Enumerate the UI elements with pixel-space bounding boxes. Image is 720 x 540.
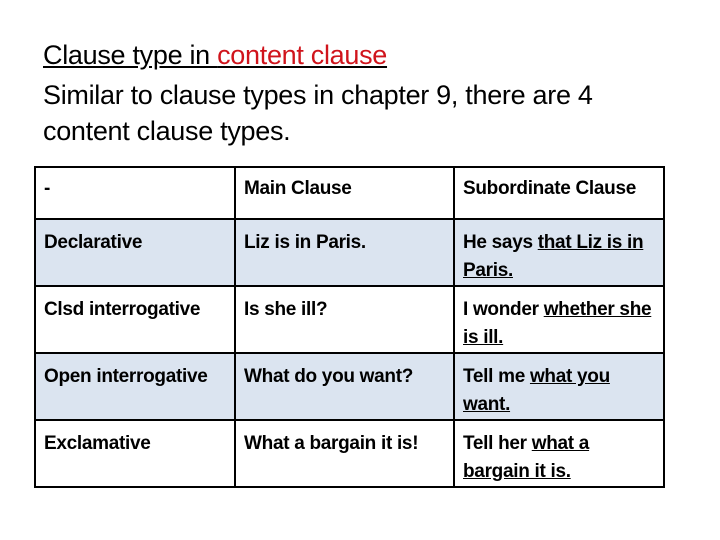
cell-main: Liz is in Paris.: [234, 218, 455, 287]
table-row: Exclamative What a bargain it is! Tell h…: [34, 419, 665, 488]
slide-title: Clause type in content clause: [43, 38, 387, 72]
cell-main: Is she ill?: [234, 285, 455, 354]
title-part-1: Clause type in: [43, 40, 218, 70]
table-row: Declarative Liz is in Paris. He says tha…: [34, 218, 665, 287]
sub-plain: He says: [463, 232, 538, 253]
cell-subordinate: I wonder whether she is ill.: [453, 285, 665, 354]
cell-subordinate: Tell her what a bargain it is.: [453, 419, 665, 488]
cell-subordinate: Tell me what you want.: [453, 352, 665, 421]
table-row: Open interrogative What do you want? Tel…: [34, 352, 665, 421]
header-cell-subordinate: Subordinate Clause: [453, 166, 665, 220]
header-cell-main: Main Clause: [234, 166, 455, 220]
sub-plain: I wonder: [463, 299, 544, 320]
cell-type: Open interrogative: [34, 352, 236, 421]
cell-main: What do you want?: [234, 352, 455, 421]
clause-types-table: - Main Clause Subordinate Clause Declara…: [34, 166, 665, 488]
header-cell-type: -: [34, 166, 236, 220]
cell-type: Declarative: [34, 218, 236, 287]
slide-subtitle: Similar to clause types in chapter 9, th…: [43, 80, 593, 146]
cell-type: Clsd interrogative: [34, 285, 236, 354]
sub-plain: Tell her: [463, 433, 532, 454]
sub-plain: Tell me: [463, 366, 530, 387]
cell-main: What a bargain it is!: [234, 419, 455, 488]
table-row: Clsd interrogative Is she ill? I wonder …: [34, 285, 665, 354]
cell-type: Exclamative: [34, 419, 236, 488]
title-part-2-highlight: content clause: [217, 40, 388, 70]
table-header-row: - Main Clause Subordinate Clause: [34, 166, 665, 220]
cell-subordinate: He says that Liz is in Paris.: [453, 218, 665, 287]
